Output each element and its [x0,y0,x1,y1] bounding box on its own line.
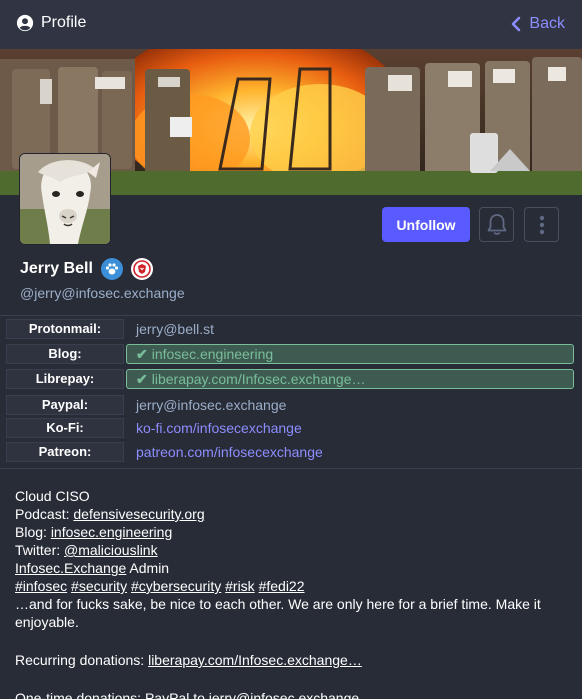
field-label: Patreon: [6,442,124,462]
avatar[interactable] [19,153,111,245]
donation-link[interactable]: liberapay.com/Infosec.exchange… [148,652,362,668]
shield-badge-icon [130,258,153,280]
header-title-group: Profile [16,14,86,32]
field-row: Librepay: ✔ liberapay.com/Infosec.exchang… [0,367,582,391]
field-row: Blog: ✔ infosec.engineering [0,342,582,366]
instance-link[interactable]: Infosec.Exchange [15,560,126,576]
field-link[interactable]: liberapay.com/Infosec.exchange… [152,371,366,387]
bell-icon [487,213,506,235]
bio-line: Twitter: @maliciouslink [15,541,567,559]
field-link[interactable]: infosec.engineering [152,346,273,362]
hashtag-line: #infosec #security #cybersecurity #risk … [15,577,567,595]
bio-text: Blog: [15,524,51,540]
bio-spacer [15,631,567,651]
ellipsis-vertical-icon [539,215,544,234]
field-label: Librepay: [6,369,124,389]
bio-line: Podcast: defensivesecurity.org [15,505,567,523]
display-name-row: Jerry Bell [20,258,153,280]
field-row: Patreon: patreon.com/infosecexchange [0,440,582,464]
field-label: Protonmail: [6,319,124,339]
hashtag-link[interactable]: #risk [225,578,255,594]
display-name: Jerry Bell [20,260,93,277]
checkmark-icon: ✔ [136,371,148,387]
account-bio: Cloud CISO Podcast: defensivesecurity.or… [15,487,567,699]
field-label: Paypal: [6,395,124,415]
field-value: jerry@bell.st [136,321,215,337]
field-value: jerry@infosec.exchange [136,397,287,413]
more-options-button[interactable] [524,207,559,242]
bio-text: Podcast: [15,506,74,522]
checkmark-icon: ✔ [136,346,148,362]
field-row: Protonmail: jerry@bell.st [0,317,582,341]
verified-field-value[interactable]: ✔ infosec.engineering [126,344,574,364]
field-link[interactable]: ko-fi.com/infosecexchange [126,418,574,438]
bio-spacer [15,669,567,689]
bio-line: …and for fucks sake, be nice to each oth… [15,596,541,630]
hashtag-link[interactable]: #infosec [15,578,67,594]
blog-link[interactable]: infosec.engineering [51,524,172,540]
bio-text: Twitter: [15,542,65,558]
hashtag-link[interactable]: #cybersecurity [131,578,221,594]
chevron-left-icon [512,16,521,32]
bio-text: Recurring donations: [15,652,149,668]
bio-line: Recurring donations: liberapay.com/Infos… [15,651,567,669]
field-row: Ko-Fi: ko-fi.com/infosecexchange [0,416,582,440]
podcast-link[interactable]: defensivesecurity.org [73,506,204,522]
bio-text: Admin [126,560,170,576]
profile-fields: Protonmail: jerry@bell.st Blog: ✔ infosec… [0,315,582,469]
column-header: Profile Back [0,0,582,49]
unfollow-button[interactable]: Unfollow [382,207,470,242]
paw-badge-icon [100,258,123,280]
verified-field-value[interactable]: ✔ liberapay.com/Infosec.exchange… [126,369,574,389]
field-row: Paypal: jerry@infosec.exchange [0,393,582,417]
bio-line: One-time donations: PayPal to jerry@info… [15,690,360,699]
field-link[interactable]: patreon.com/infosecexchange [126,442,574,462]
back-label: Back [529,15,565,32]
notify-button[interactable] [479,207,514,242]
field-label: Blog: [6,344,124,364]
back-button[interactable]: Back [509,15,565,33]
account-handle: @jerry@infosec.exchange [20,285,185,301]
hashtag-link[interactable]: #security [71,578,127,594]
hashtag-link[interactable]: #fedi22 [259,578,305,594]
bio-line: Cloud CISO [15,488,90,504]
user-circle-icon [16,14,34,32]
twitter-mention-link[interactable]: @maliciouslink [64,542,158,558]
field-label: Ko-Fi: [6,418,124,438]
bio-line: Infosec.Exchange Admin [15,559,567,577]
header-title: Profile [41,14,87,31]
profile-panel: Profile Back Unfollow Jerry Bell @jerry@… [0,0,582,699]
bio-line: Blog: infosec.engineering [15,523,567,541]
